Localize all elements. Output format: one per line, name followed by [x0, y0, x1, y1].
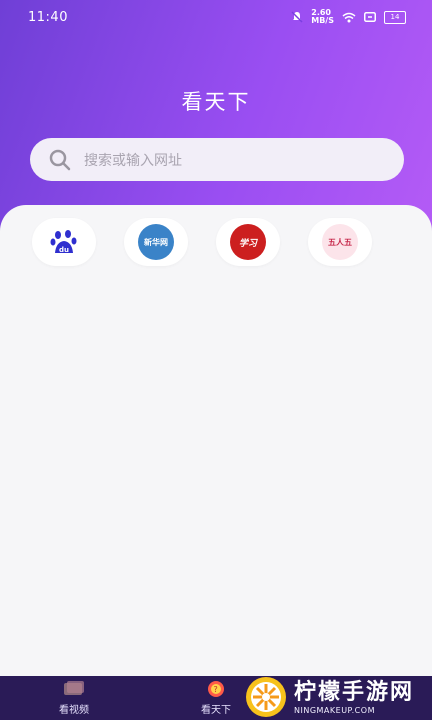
site-xuexi[interactable]: 学习 — [216, 218, 280, 266]
wifi-icon — [342, 12, 356, 22]
site-baidu[interactable]: du — [32, 218, 96, 266]
world-icon: ? — [208, 681, 224, 697]
status-bar: 11:40 2.60 MB/S 14 — [0, 0, 432, 36]
video-icon — [64, 681, 84, 695]
tab-video[interactable]: 看视频 — [34, 676, 114, 720]
search-icon — [49, 149, 71, 170]
status-time: 11:40 — [28, 10, 68, 25]
content-card — [0, 205, 432, 683]
baidu-logo-text: du — [59, 246, 69, 254]
search-input[interactable]: 搜索或输入网址 — [30, 138, 404, 181]
watermark: 柠檬手游网 NINGMAKEUP.COM — [244, 674, 432, 720]
site-xinhua[interactable]: 新华网 — [124, 218, 188, 266]
watermark-url: NINGMAKEUP.COM — [294, 705, 375, 715]
lemon-logo-icon — [246, 677, 286, 717]
svg-text:?: ? — [214, 685, 218, 694]
xinhua-logo-text: 新华网 — [144, 237, 168, 247]
xuexi-logo-text: 学习 — [238, 238, 257, 249]
bell-off-icon — [291, 11, 303, 23]
watermark-title: 柠檬手游网 — [294, 679, 415, 705]
watermark-text: 柠檬手游网 NINGMAKEUP.COM — [294, 680, 414, 715]
sim-icon — [364, 12, 376, 22]
xinhua-logo-icon: 新华网 — [138, 224, 174, 260]
battery-icon: 14 — [384, 10, 406, 24]
site-shortcuts: du 新华网 学习 五人五 — [32, 218, 372, 266]
network-speed-unit: MB/S — [311, 16, 334, 25]
tab-video-label: 看视频 — [59, 705, 89, 716]
baidu-logo-icon: du — [46, 224, 82, 260]
status-icons: 2.60 MB/S 14 — [291, 9, 406, 25]
site-fourth[interactable]: 五人五 — [308, 218, 372, 266]
battery-level: 14 — [390, 13, 400, 21]
search-placeholder: 搜索或输入网址 — [84, 152, 182, 169]
network-speed: 2.60 MB/S — [311, 9, 334, 25]
xuexi-logo-icon: 学习 — [230, 224, 266, 260]
fourth-site-logo-text: 五人五 — [328, 237, 352, 247]
page-title: 看天下 — [181, 90, 251, 114]
fourth-site-logo-icon: 五人五 — [322, 224, 358, 260]
